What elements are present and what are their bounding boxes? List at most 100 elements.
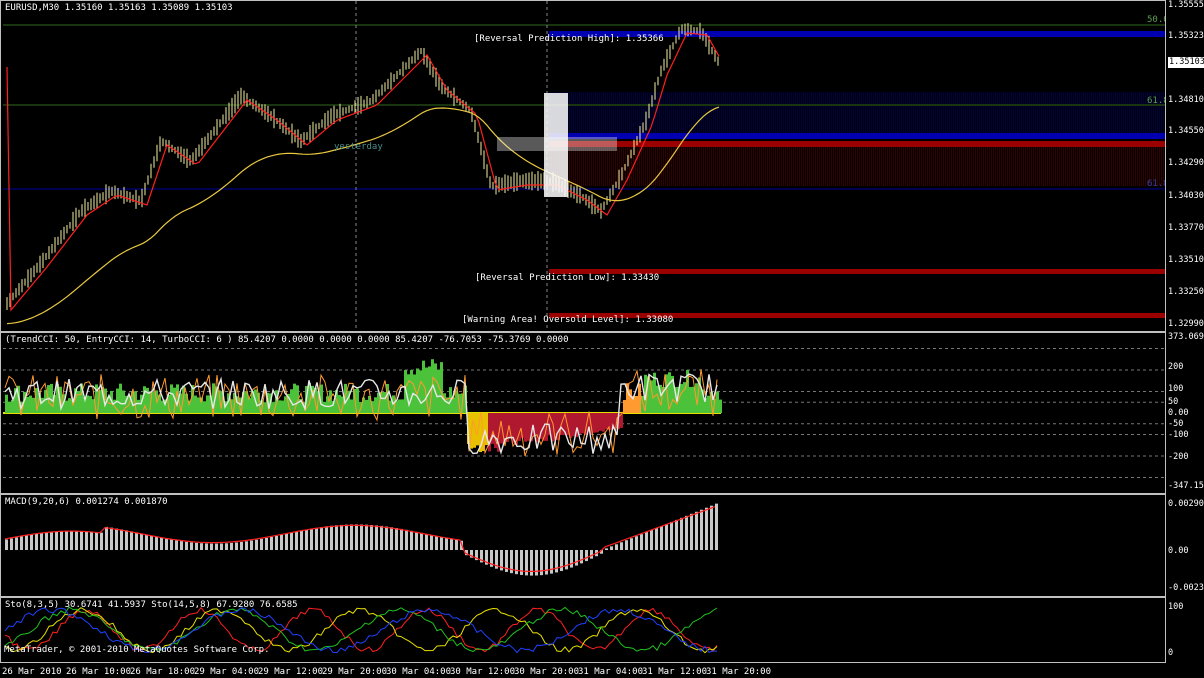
macd-histogram-bar: [230, 542, 233, 550]
macd-histogram-bar: [570, 550, 573, 568]
macd-histogram-bar: [310, 528, 313, 550]
warning-label: [Warning Area! Oversold Level]: 1.33080: [462, 315, 674, 325]
macd-histogram-bar: [255, 539, 258, 550]
cci-histogram-bar: [635, 395, 638, 413]
cci-histogram-bar: [284, 396, 287, 413]
cci-histogram-bar: [719, 399, 722, 413]
macd-histogram-bar: [100, 532, 103, 550]
macd-histogram-bar: [685, 515, 688, 550]
macd-histogram-bar: [70, 530, 73, 550]
time-label: 26 Mar 10:00: [66, 667, 132, 677]
macd-histogram-bar: [145, 534, 148, 550]
macd-histogram-bar: [620, 542, 623, 550]
cci-histogram-bar: [374, 397, 377, 413]
macd-histogram-bar: [95, 532, 98, 550]
macd-histogram-bar: [280, 534, 283, 550]
cci-histogram-bar: [410, 370, 413, 413]
macd-histogram-bar: [660, 526, 663, 550]
macd-histogram-bar: [305, 529, 308, 550]
macd-histogram-bar: [150, 535, 153, 550]
cci-histogram-bar: [44, 390, 47, 413]
macd-histogram-bar: [220, 543, 223, 550]
time-label: 30 Mar 12:00: [450, 667, 516, 677]
macd-histogram-bar: [590, 550, 593, 559]
macd-histogram-bar: [405, 529, 408, 550]
macd-histogram-bar: [360, 524, 363, 550]
macd-histogram-bar: [5, 539, 8, 550]
cci-histogram-bar: [248, 398, 251, 413]
cci-histogram-bar: [689, 386, 692, 413]
macd-histogram-bar: [55, 531, 58, 550]
cci-histogram-bar: [50, 383, 53, 413]
cci-histogram-bar: [524, 413, 527, 442]
macd-histogram-bar: [185, 541, 188, 550]
cci-histogram-bar: [86, 395, 89, 413]
time-label: 26 Mar 2010: [2, 667, 62, 677]
macd-histogram-bar: [210, 543, 213, 550]
copyright-footer: MetaTrader, © 2001-2010 MetaQuotes Softw…: [4, 645, 270, 655]
macd-histogram-bar: [115, 528, 118, 550]
macd-histogram-bar: [670, 521, 673, 550]
cci-histogram-bar: [398, 399, 401, 413]
macd-histogram-bar: [35, 533, 38, 550]
macd-histogram-bar: [425, 533, 428, 550]
macd-title: MACD(9,20,6) 0.001274 0.001870: [5, 497, 168, 507]
reversal-low-label: [Reversal Prediction Low]: 1.33430: [475, 273, 660, 283]
macd-histogram-bar: [635, 536, 638, 550]
time-label: 29 Mar 20:00: [322, 667, 388, 677]
cci-histogram-bar: [680, 384, 683, 413]
macd-histogram-bar: [575, 550, 578, 566]
price-chart-pane[interactable]: EURUSD,M30 1.35160 1.35163 1.35089 1.351…: [0, 0, 1166, 332]
macd-histogram-bar: [430, 535, 433, 550]
macd-histogram-bar: [85, 531, 88, 550]
macd-histogram-bar: [565, 550, 568, 570]
cci-histogram-bar: [323, 401, 326, 413]
time-label: 31 Mar 12:00: [642, 667, 708, 677]
cci-title: (TrendCCI: 50, EntryCCI: 14, TurboCCI: 6…: [5, 335, 569, 345]
macd-canvas: [4, 503, 718, 576]
macd-histogram-bar: [180, 541, 183, 550]
macd-histogram-bar: [25, 535, 28, 550]
cci-histogram-bar: [476, 413, 479, 446]
macd-histogram-bar: [380, 525, 383, 550]
time-label: 31 Mar 04:00: [578, 667, 644, 677]
overlapping-labels: [497, 137, 617, 151]
cci-histogram-bar: [401, 399, 404, 413]
macd-histogram-bar: [155, 536, 158, 550]
macd-histogram-bar: [80, 530, 83, 550]
cci-histogram-bar: [407, 374, 410, 413]
time-label: 29 Mar 04:00: [194, 667, 260, 677]
macd-histogram-bar: [695, 511, 698, 550]
time-label: 26 Mar 18:00: [130, 667, 196, 677]
macd-histogram-bar: [450, 539, 453, 550]
macd-histogram-bar: [45, 532, 48, 550]
macd-histogram-bar: [250, 540, 253, 550]
cci-histogram-bar: [26, 396, 29, 413]
support-zone-line: [549, 141, 1165, 147]
macd-histogram-bar: [290, 532, 293, 550]
fib-label-61-8-lower: 61.8: [1147, 179, 1165, 189]
stochastic-axis: 100 0: [1168, 602, 1184, 658]
macd-histogram-bar: [15, 537, 18, 550]
macd-histogram-bar: [40, 533, 43, 550]
cci-histogram-bar: [89, 396, 92, 413]
macd-histogram-bar: [440, 537, 443, 550]
macd-histogram-bar: [700, 509, 703, 550]
macd-histogram-bar: [705, 507, 708, 550]
macd-histogram-bar: [375, 525, 378, 550]
macd-histogram-bar: [385, 526, 388, 550]
cci-histogram-bar: [593, 413, 596, 433]
macd-histogram-bar: [325, 526, 328, 550]
macd-histogram-bar: [415, 531, 418, 550]
macd-histogram-bar: [345, 524, 348, 550]
macd-indicator-pane[interactable]: MACD(9,20,6) 0.001274 0.001870: [0, 494, 1166, 597]
cci-indicator-pane[interactable]: (TrendCCI: 50, EntryCCI: 14, TurboCCI: 6…: [0, 332, 1166, 494]
macd-histogram-bar: [715, 503, 718, 550]
macd-histogram-bar: [295, 531, 298, 550]
fib-label-50: 50.0: [1147, 15, 1165, 25]
macd-histogram-bar: [585, 550, 588, 562]
macd-histogram-bar: [605, 548, 608, 550]
cci-histogram-bar: [419, 370, 422, 413]
cci-histogram-bar: [278, 400, 281, 413]
macd-histogram-bar: [615, 544, 618, 550]
